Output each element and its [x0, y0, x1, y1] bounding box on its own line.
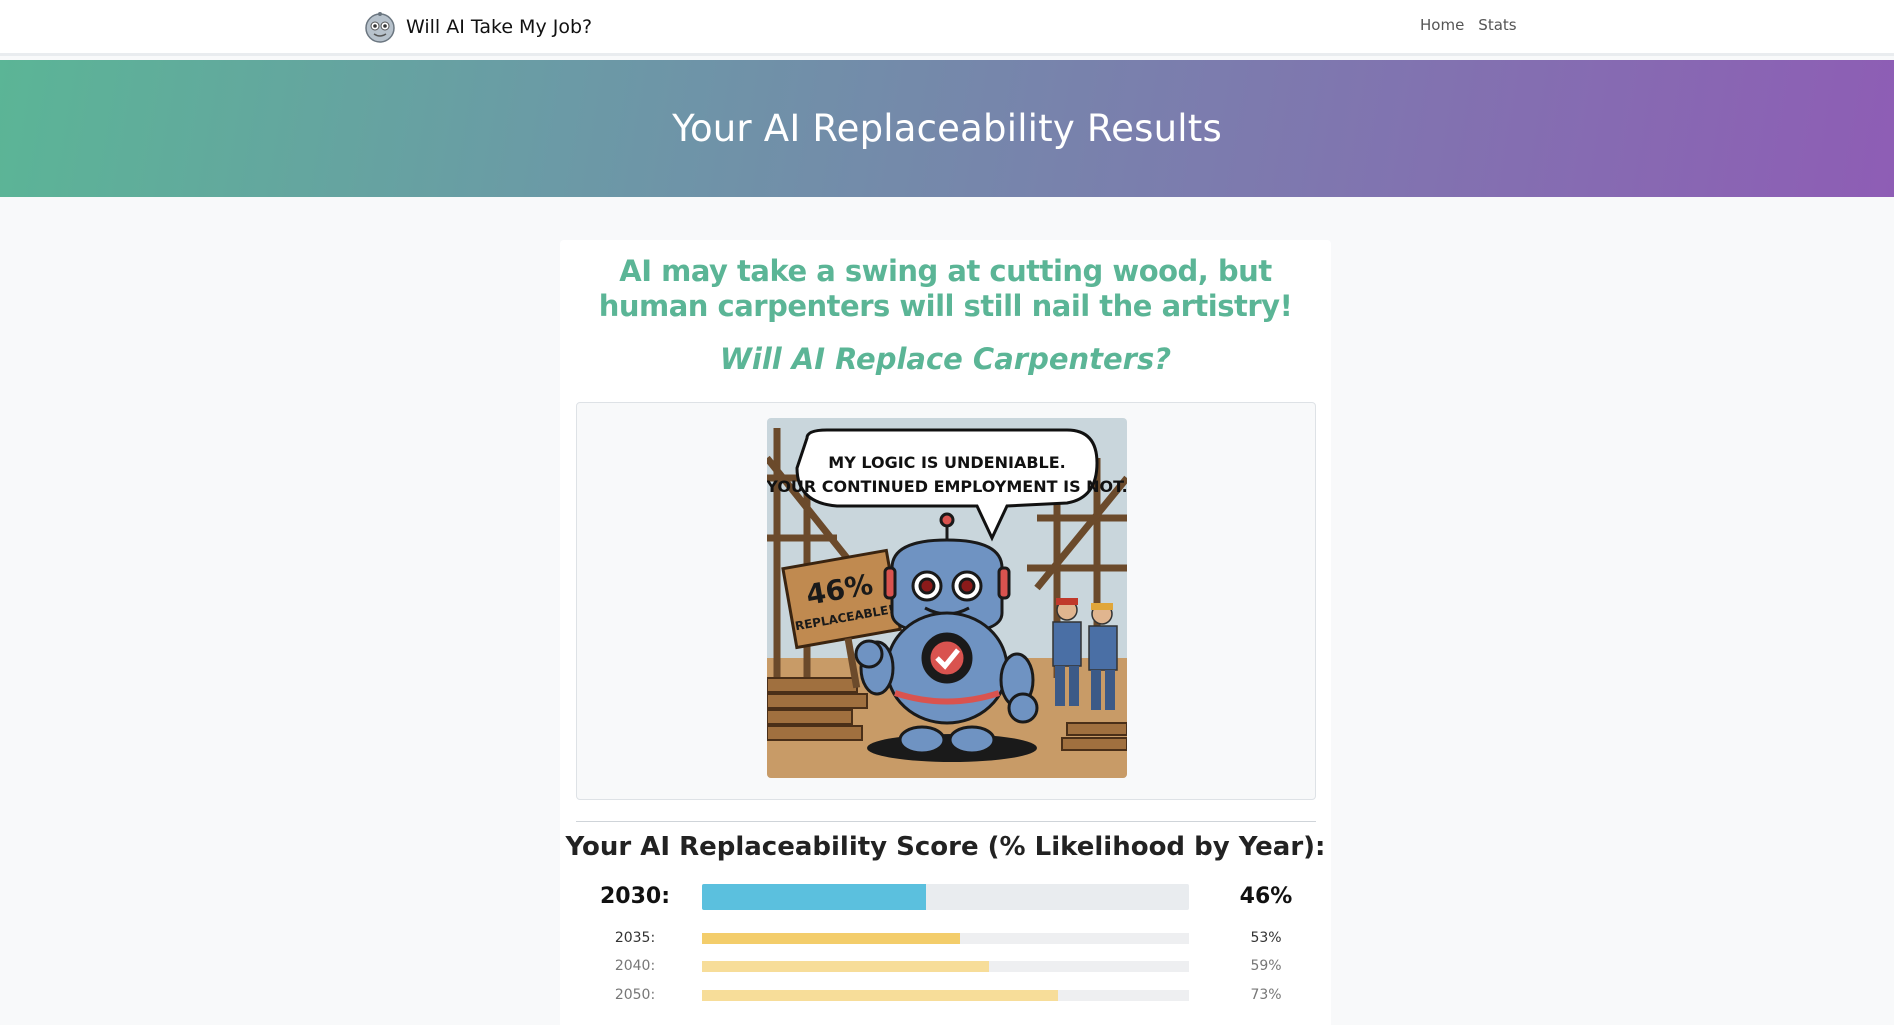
- score-year: 2040:: [614, 958, 656, 974]
- progress-fill: [702, 961, 990, 972]
- progress-bar: [702, 884, 1189, 910]
- nav-links: Home Stats: [1420, 16, 1517, 34]
- progress-bar: [702, 961, 1189, 972]
- score-row-2050: 2050: 73%: [560, 987, 1331, 1003]
- brand-title: Will AI Take My Job?: [406, 16, 593, 38]
- score-year: 2030:: [599, 884, 671, 909]
- score-row-2030: 2030: 46%: [560, 882, 1331, 912]
- progress-fill: [702, 990, 1058, 1001]
- robot-face-icon: [365, 12, 395, 43]
- robot-carpenter-illustration: MY LOGIC IS UNDENIABLE. YOUR CONTINUED E…: [767, 418, 1127, 778]
- speech-line-1: MY LOGIC IS UNDENIABLE.: [828, 453, 1065, 472]
- result-headline: AI may take a swing at cutting wood, but…: [598, 254, 1293, 323]
- score-row-2040: 2040: 59%: [560, 958, 1331, 974]
- progress-fill: [702, 884, 927, 910]
- progress-bar: [702, 933, 1189, 944]
- score-title: Your AI Replaceability Score (% Likeliho…: [565, 832, 1326, 862]
- navbar: Will AI Take My Job? Home Stats: [0, 0, 1894, 56]
- brand-link[interactable]: Will AI Take My Job?: [364, 9, 592, 45]
- score-percent: 73%: [1250, 987, 1282, 1003]
- progress-fill: [702, 933, 961, 944]
- score-percent: 46%: [1239, 884, 1293, 909]
- illustration-frame: MY LOGIC IS UNDENIABLE. YOUR CONTINUED E…: [576, 402, 1316, 800]
- score-year: 2050:: [614, 987, 656, 1003]
- section-divider: [576, 821, 1316, 822]
- score-percent: 53%: [1250, 930, 1282, 946]
- progress-bar: [702, 990, 1189, 1001]
- result-subhead: Will AI Replace Carpenters?: [719, 342, 1172, 376]
- page-title: Your AI Replaceability Results: [672, 107, 1222, 150]
- hero-banner: Your AI Replaceability Results: [0, 60, 1894, 197]
- score-year: 2035:: [614, 930, 656, 946]
- speech-line-2: YOUR CONTINUED EMPLOYMENT IS NOT.: [767, 477, 1127, 496]
- nav-link-stats[interactable]: Stats: [1478, 16, 1516, 34]
- result-card: AI may take a swing at cutting wood, but…: [560, 240, 1331, 1025]
- score-row-2035: 2035: 53%: [560, 930, 1331, 946]
- score-percent: 59%: [1250, 958, 1282, 974]
- nav-link-home[interactable]: Home: [1420, 16, 1464, 34]
